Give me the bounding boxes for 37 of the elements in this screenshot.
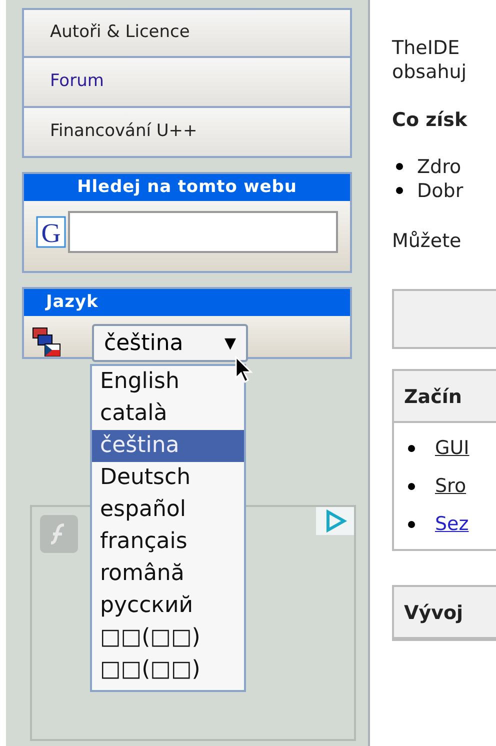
bullet-icon <box>396 163 403 170</box>
language-option[interactable]: català <box>92 398 244 430</box>
link[interactable]: GUI <box>435 434 470 462</box>
language-option[interactable]: □□(□□) <box>92 622 244 654</box>
google-logo-icon: G <box>36 216 66 248</box>
bullet-icon <box>408 444 415 452</box>
language-option[interactable]: français <box>92 526 244 558</box>
menu-item[interactable]: Forum <box>22 58 352 108</box>
link[interactable]: Sro <box>435 472 466 500</box>
paragraph: Můžete <box>392 228 462 254</box>
link[interactable]: Sez <box>435 510 469 538</box>
language-option[interactable]: español <box>92 494 244 526</box>
language-option[interactable]: čeština <box>92 430 244 462</box>
language-select[interactable]: čeština ▼ <box>92 324 248 362</box>
language-option[interactable]: русский <box>92 590 244 622</box>
language-option[interactable]: Deutsch <box>92 462 244 494</box>
menu-item[interactable]: Autoři & Licence <box>22 8 352 58</box>
panel-title: Začín <box>394 371 496 423</box>
bullet-icon <box>396 187 403 194</box>
language-option[interactable]: English <box>92 366 244 398</box>
panel-title: Vývoj <box>394 587 496 639</box>
language-option[interactable]: □□(□□) <box>92 654 244 686</box>
flags-icon <box>32 327 62 359</box>
search-field[interactable] <box>68 211 338 253</box>
flash-icon <box>40 515 78 553</box>
heading: Co získ <box>392 108 468 133</box>
text-line: obsahuj <box>392 60 468 84</box>
bullet-icon <box>408 520 415 528</box>
menu-item[interactable]: Financování U++ <box>22 108 352 158</box>
panel-title: Hledej na tomto webu <box>24 174 350 201</box>
ad-choices-icon <box>316 507 354 535</box>
list-item: Dobr <box>417 178 464 202</box>
language-option[interactable]: română <box>92 558 244 590</box>
list-item: Zdro <box>417 154 462 178</box>
bullet-icon <box>408 482 415 490</box>
panel-title: Jazyk <box>24 289 350 316</box>
text-line: TheIDE <box>392 36 461 60</box>
